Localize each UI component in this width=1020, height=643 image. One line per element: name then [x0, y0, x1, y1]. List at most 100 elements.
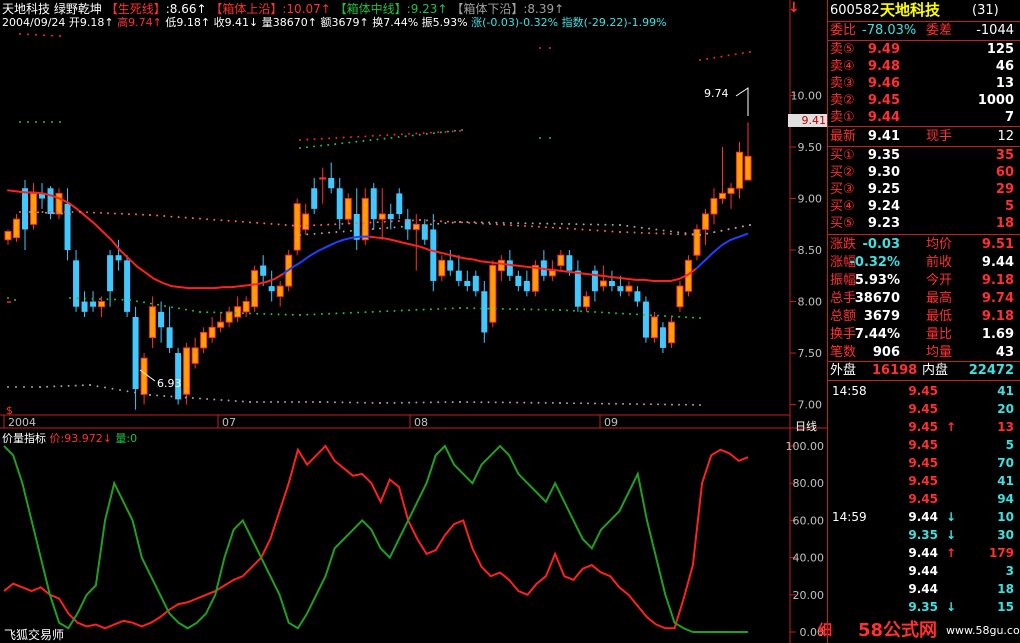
time-axis-label: 09 [604, 416, 618, 429]
candle [481, 280, 488, 343]
candle-body [251, 270, 259, 308]
box-dot [386, 134, 389, 137]
candle [268, 270, 275, 302]
candle-body [557, 254, 565, 266]
candle [293, 198, 301, 256]
candle [319, 167, 327, 204]
lifeline-dots [7, 189, 9, 192]
box-dot [69, 297, 71, 299]
box-dot [150, 302, 152, 305]
tick-row: 9.44 3 [828, 563, 1018, 580]
chart-area[interactable]: 10.00 9.50 9.00 8.50 8.00 7.50 7.00 2004 07 08 09 1… [0, 0, 827, 643]
tick-vol: 18 [997, 582, 1014, 596]
box-dot [501, 307, 504, 310]
box-dot [371, 310, 374, 313]
box-dot [356, 401, 359, 404]
time-axis-label: 07 [222, 416, 236, 429]
candle-body [531, 265, 539, 292]
box-dot [426, 219, 428, 222]
stat-row-vol: 9.18 [981, 309, 1014, 324]
box-dot [15, 386, 17, 388]
box-dot [648, 227, 651, 230]
candle [608, 270, 615, 292]
tick-row: 9.45 70 [828, 455, 1018, 472]
box-dot [516, 308, 519, 311]
box-dot [362, 221, 365, 224]
tick-vol: 5 [1005, 438, 1014, 452]
box-dot [691, 233, 694, 236]
box-dot [537, 401, 540, 404]
candle-body [208, 326, 216, 339]
box-dot [206, 218, 209, 221]
box-dot [415, 132, 418, 135]
candle [115, 239, 122, 271]
scroll-down-arrow-icon[interactable]: ↓ [788, 0, 800, 16]
box-dot [227, 219, 230, 222]
candle-body [311, 188, 318, 209]
box-dot [256, 312, 259, 315]
candle [22, 180, 29, 251]
candle [515, 270, 522, 292]
box-dot [749, 51, 751, 53]
candle-body [132, 317, 139, 390]
candle-body [55, 192, 63, 215]
tick-arrow-icon: ↑ [945, 420, 956, 434]
stat-row-value: 7.44% [854, 327, 900, 342]
hand-value: 12 [997, 129, 1014, 144]
box-dot [7, 189, 9, 192]
box-dot [611, 230, 614, 233]
candle-body [242, 301, 250, 313]
box-dot [291, 401, 293, 403]
candle-body [634, 291, 641, 302]
box-dot [185, 308, 187, 311]
stat-row-vol: 43 [995, 345, 1014, 360]
stat-row-label: 总手 [830, 291, 857, 306]
low-annotation: 6.93 [157, 377, 182, 390]
box-dot [93, 211, 95, 214]
box-dot [74, 384, 77, 387]
stat-row-label: 笔数 [830, 345, 857, 360]
box-dot [220, 399, 223, 401]
sell-row-label: 卖④ [830, 59, 855, 74]
box-dot [685, 316, 687, 319]
box-dot [163, 215, 166, 218]
box-dot [619, 224, 621, 226]
box-dot [327, 223, 330, 226]
stat-row-label2: 今开 [926, 273, 953, 288]
stat-row-label2: 前收 [926, 255, 953, 270]
box-dot [129, 299, 131, 301]
candle-body [47, 188, 54, 214]
box-dot [298, 401, 300, 403]
box-dot [299, 139, 301, 141]
buy-row-label: 买③ [830, 182, 855, 197]
box-dot [342, 230, 345, 233]
box-dot [134, 391, 136, 394]
box-dot [320, 137, 323, 140]
candle [421, 219, 428, 245]
period-label[interactable]: 日线 [795, 418, 817, 434]
box-dot [671, 403, 673, 406]
candle [251, 265, 259, 312]
stat-row-label: 换手 [830, 327, 857, 342]
box-dot [299, 147, 301, 149]
tick-price: 9.44 [908, 564, 938, 578]
tick-vol: 41 [997, 474, 1014, 488]
box-dot [451, 307, 454, 310]
box-dot [636, 403, 638, 406]
box-dot [692, 316, 694, 319]
box-dot [422, 223, 425, 226]
box-dot [114, 212, 116, 215]
box-dot [26, 211, 29, 213]
tick-price: 9.44 [908, 546, 938, 560]
box-dot [184, 396, 187, 399]
candle [387, 203, 394, 230]
panel-stock-name: 天地科技 [880, 1, 941, 19]
box-dot [7, 297, 9, 299]
box-dot [622, 312, 624, 315]
box-dot [334, 223, 337, 226]
box-dot [369, 221, 372, 224]
tick-price: 9.45 [908, 420, 938, 434]
box-dot [111, 387, 114, 390]
candle-body [13, 218, 21, 239]
box-dot [320, 313, 323, 316]
